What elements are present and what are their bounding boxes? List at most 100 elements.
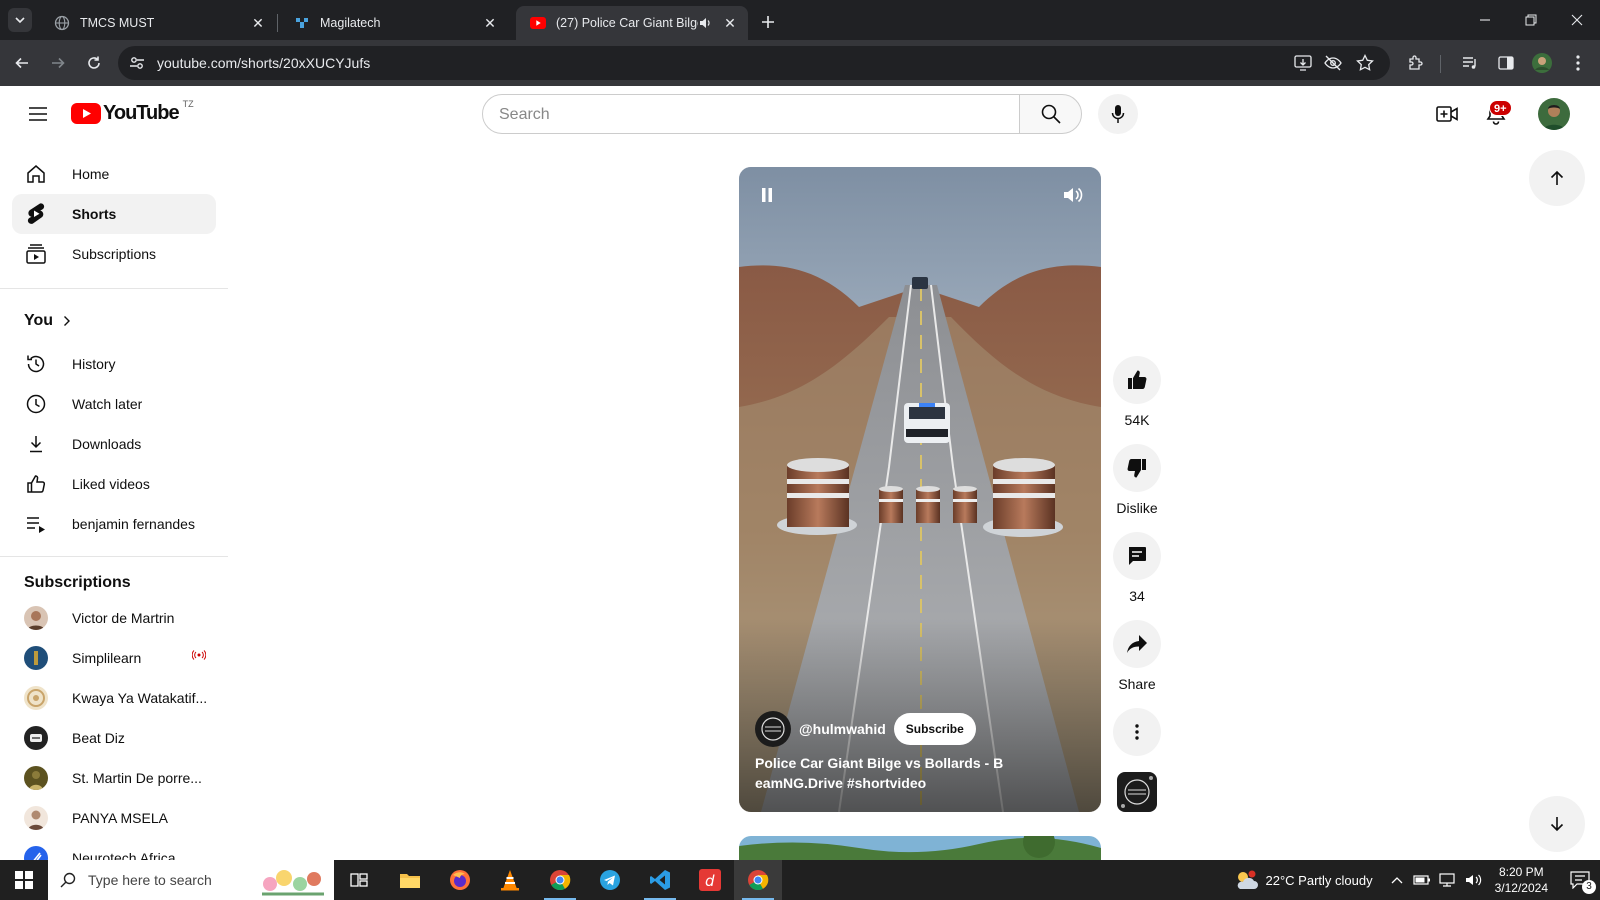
- share-icon: [1127, 635, 1147, 653]
- action-center-button[interactable]: 3: [1560, 860, 1600, 900]
- sidebar-item-playlist[interactable]: benjamin fernandes: [12, 504, 216, 544]
- install-app-icon[interactable]: [1294, 55, 1312, 71]
- subscription-item[interactable]: PANYA MSELA: [12, 798, 216, 838]
- close-tab-icon[interactable]: ✕: [250, 15, 266, 31]
- profile-button[interactable]: [1528, 49, 1556, 77]
- speaker-icon[interactable]: [1465, 873, 1483, 887]
- taskbar-vlc[interactable]: [486, 860, 534, 900]
- site-info-icon[interactable]: [128, 54, 146, 72]
- battery-icon[interactable]: [1413, 873, 1431, 887]
- voice-search-button[interactable]: [1098, 94, 1138, 134]
- media-control-button[interactable]: [1456, 49, 1484, 77]
- more-options-button[interactable]: [1113, 708, 1161, 756]
- sidebar-you-heading[interactable]: You: [24, 312, 71, 330]
- new-tab-button[interactable]: [756, 10, 780, 34]
- close-tab-icon[interactable]: ✕: [482, 15, 498, 31]
- guide-menu-button[interactable]: [20, 96, 56, 132]
- sidebar-item-home[interactable]: Home: [12, 154, 216, 194]
- weather-widget[interactable]: 22°C Partly cloudy: [1234, 869, 1373, 891]
- live-broadcast-icon: [192, 650, 206, 660]
- subscribe-button[interactable]: Subscribe: [893, 713, 976, 745]
- chevron-up-icon[interactable]: [1391, 876, 1403, 884]
- taskbar-telegram[interactable]: [586, 860, 634, 900]
- account-avatar[interactable]: [1538, 98, 1570, 130]
- dislike-button[interactable]: [1113, 444, 1161, 492]
- sidebar-item-liked-videos[interactable]: Liked videos: [12, 464, 216, 504]
- channel-handle[interactable]: @hulmwahid: [799, 721, 886, 737]
- channel-avatar[interactable]: [755, 711, 791, 747]
- playlist-icon: [24, 512, 48, 536]
- youtube-icon: [530, 17, 546, 29]
- youtube-logo[interactable]: YouTube TZ: [71, 98, 194, 125]
- subscription-item[interactable]: Kwaya Ya Watakatif...: [12, 678, 216, 718]
- subscription-item[interactable]: St. Martin De porre...: [12, 758, 216, 798]
- sound-thumbnail[interactable]: [1117, 772, 1157, 812]
- audio-playing-icon[interactable]: [698, 16, 712, 30]
- sidebar-item-history[interactable]: History: [12, 344, 216, 384]
- channel-row: @hulmwahid Subscribe: [755, 711, 976, 747]
- previous-short-button[interactable]: [1529, 150, 1585, 206]
- forward-button[interactable]: [44, 49, 72, 77]
- sidebar-item-watch-later[interactable]: Watch later: [12, 384, 216, 424]
- country-code: TZ: [182, 98, 194, 109]
- like-action: 54K: [1113, 356, 1161, 428]
- browser-tab-tmcs[interactable]: TMCS MUST ✕: [40, 6, 276, 40]
- share-action: Share: [1113, 620, 1161, 692]
- shorts-video-player[interactable]: @hulmwahid Subscribe Police Car Giant Bi…: [739, 167, 1101, 812]
- system-clock[interactable]: 8:20 PM 3/12/2024: [1495, 864, 1548, 896]
- side-panel-button[interactable]: [1492, 49, 1520, 77]
- pause-icon: [762, 188, 772, 202]
- taskbar-firefox[interactable]: [436, 860, 484, 900]
- eye-off-icon[interactable]: [1324, 55, 1342, 71]
- taskbar-chrome-active[interactable]: [734, 860, 782, 900]
- subscription-item[interactable]: Neurotech Africa: [12, 838, 216, 860]
- pause-button[interactable]: [753, 181, 781, 209]
- home-icon: [24, 162, 48, 186]
- reload-button[interactable]: [80, 49, 108, 77]
- comments-button[interactable]: [1113, 532, 1161, 580]
- sidebar-item-downloads[interactable]: Downloads: [12, 424, 216, 464]
- taskbar-file-explorer[interactable]: [386, 860, 434, 900]
- subscription-item[interactable]: Beat Diz: [12, 718, 216, 758]
- browser-tab-youtube[interactable]: (27) Police Car Giant Bilge v ✕: [516, 6, 748, 40]
- start-button[interactable]: [0, 860, 48, 900]
- extensions-button[interactable]: [1402, 49, 1430, 77]
- task-view-button[interactable]: [336, 860, 384, 900]
- taskbar-chrome[interactable]: [536, 860, 584, 900]
- short-title[interactable]: Police Car Giant Bilge vs Bollards - B e…: [755, 753, 1085, 793]
- create-button[interactable]: [1429, 96, 1465, 132]
- search-input[interactable]: [499, 104, 999, 126]
- browser-tab-magilatech[interactable]: Magilatech ✕: [280, 6, 508, 40]
- address-bar[interactable]: youtube.com/shorts/20xXUCYJufs: [118, 46, 1390, 80]
- taskbar-vscode[interactable]: [636, 860, 684, 900]
- taskbar-search-box[interactable]: Type here to search: [48, 860, 334, 900]
- search-button[interactable]: [1019, 94, 1082, 134]
- close-window-button[interactable]: [1554, 0, 1600, 40]
- browser-menu-button[interactable]: [1564, 49, 1592, 77]
- notification-count: 3: [1582, 880, 1596, 894]
- share-button[interactable]: [1113, 620, 1161, 668]
- back-button[interactable]: [8, 49, 36, 77]
- sidebar-item-shorts[interactable]: Shorts: [12, 194, 216, 234]
- like-button[interactable]: [1113, 356, 1161, 404]
- you-heading-label: You: [24, 312, 54, 329]
- thumbs-down-icon: [1127, 459, 1146, 478]
- bookmark-star-icon[interactable]: [1356, 54, 1374, 72]
- next-short-preview[interactable]: [739, 836, 1101, 860]
- volume-button[interactable]: [1059, 181, 1087, 209]
- close-tab-icon[interactable]: ✕: [722, 15, 738, 31]
- sidebar-item-subscriptions[interactable]: Subscriptions: [12, 234, 216, 274]
- subscription-item[interactable]: Simplilearn: [12, 638, 216, 678]
- chrome-icon: [748, 870, 769, 891]
- next-short-button[interactable]: [1529, 796, 1585, 852]
- taskbar-search-placeholder: Type here to search: [88, 872, 212, 888]
- minimize-button[interactable]: [1462, 0, 1508, 40]
- taskbar-app-d[interactable]: d: [686, 860, 734, 900]
- tab-search-button[interactable]: [8, 8, 32, 32]
- partly-cloudy-icon: [1237, 870, 1258, 889]
- subscription-item[interactable]: Victor de Martrin: [12, 598, 216, 638]
- channel-logo-icon: [755, 711, 791, 747]
- restore-button[interactable]: [1508, 0, 1554, 40]
- globe-icon: [54, 15, 70, 31]
- network-icon[interactable]: [1439, 873, 1457, 887]
